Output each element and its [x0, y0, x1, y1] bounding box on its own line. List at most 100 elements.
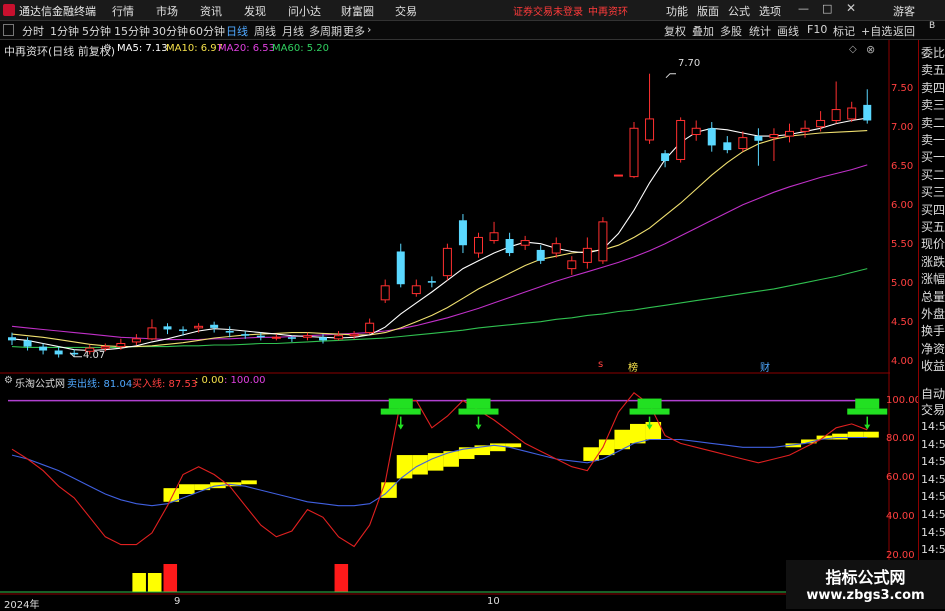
diamond-icon[interactable]: ◇: [849, 44, 857, 55]
close-pane-icon[interactable]: ⊗: [866, 43, 875, 56]
candle-body: [769, 134, 779, 139]
indicator-tick: 40.00: [886, 511, 915, 523]
menu-hangqing[interactable]: 行情: [112, 3, 134, 19]
ma60-label: MA60: 5.20: [272, 43, 330, 54]
period-30min[interactable]: 30分钟: [152, 23, 188, 39]
price-tick: 6.50: [891, 161, 914, 173]
candle-body: [754, 136, 763, 141]
btn-fanhui[interactable]: 返回: [893, 23, 915, 39]
value2-label: : 100.00: [224, 375, 266, 386]
candle-body: [365, 322, 375, 334]
more-chevron-icon[interactable]: ›: [367, 23, 371, 36]
price-tick: 6.00: [891, 200, 914, 212]
quote-field: 现价: [921, 237, 945, 252]
candle-body: [271, 336, 281, 339]
indicator-title[interactable]: 乐淘公式网: [15, 375, 65, 390]
xaxis-label-oct: 10: [487, 596, 500, 607]
btn-fuquan[interactable]: 复权: [664, 23, 686, 39]
settings-icon[interactable]: ⚙: [103, 43, 112, 54]
quote-field: 总量: [921, 289, 945, 304]
menu-gongneng[interactable]: 功能: [666, 3, 688, 19]
candle-body: [738, 137, 748, 150]
ma5-label: MA5: 7.13: [117, 43, 168, 54]
login-notice[interactable]: 证券交易未登录: [513, 3, 583, 18]
candle-body: [8, 337, 16, 341]
btn-diejia[interactable]: 叠加: [692, 23, 714, 39]
period-more[interactable]: 更多: [343, 23, 365, 39]
candle-body: [520, 240, 530, 246]
candle-body: [723, 142, 732, 151]
sell-flag-top: [388, 398, 413, 409]
tick-time: 14:56: [921, 543, 945, 557]
tick-time: 14:56: [921, 508, 945, 521]
period-5min[interactable]: 5分钟: [82, 23, 111, 39]
menu-banmian[interactable]: 版面: [697, 3, 719, 19]
period-weekly[interactable]: 周线: [254, 23, 276, 39]
period-fenshi[interactable]: 分时: [22, 23, 44, 39]
price-tick: 4.50: [891, 317, 914, 329]
maximize-icon[interactable]: □: [822, 2, 832, 15]
candle-body: [442, 247, 452, 277]
period-15min[interactable]: 15分钟: [114, 23, 150, 39]
period-monthly[interactable]: 月线: [282, 23, 304, 39]
menu-caifuquan[interactable]: 财富圈: [341, 3, 374, 19]
sell-flag-top: [466, 398, 491, 409]
btn-huaxian[interactable]: 画线: [777, 23, 799, 39]
candle-body: [427, 281, 436, 283]
quote-field: 卖三: [921, 98, 945, 113]
sell-flag-base: [458, 408, 499, 415]
tick-time: 14:56: [921, 525, 945, 539]
menu-xuanxiang[interactable]: 选项: [759, 3, 781, 19]
candle-body: [23, 340, 32, 347]
guest-label[interactable]: 游客: [893, 3, 915, 19]
menu-shichang[interactable]: 市场: [156, 3, 178, 19]
btn-zixuan[interactable]: +自选: [861, 23, 892, 39]
btn-f10[interactable]: F10: [807, 23, 827, 36]
period-1min[interactable]: 1分钟: [50, 23, 79, 39]
signal-bar: [583, 447, 599, 461]
event-marker-s[interactable]: s: [598, 359, 603, 370]
minimize-icon[interactable]: —: [798, 2, 809, 15]
menu-faxian[interactable]: 发现: [244, 3, 266, 19]
volume-signal-bar: [334, 564, 349, 592]
menu-jiaoyi[interactable]: 交易: [395, 3, 417, 19]
volume-signal-bar: [163, 564, 178, 592]
auto-label[interactable]: 自动: [921, 385, 945, 402]
stock-link[interactable]: 中再资环: [588, 3, 628, 18]
menu-gongshi[interactable]: 公式: [728, 3, 750, 19]
trade-label[interactable]: 交易: [921, 401, 945, 418]
event-marker-bang[interactable]: 榜: [628, 359, 638, 374]
tick-time: 14:56: [921, 455, 945, 469]
b-icon[interactable]: B: [929, 21, 935, 31]
candle-body: [287, 337, 296, 339]
ma20-label: MA20: 6.53: [218, 43, 276, 54]
candle-body: [163, 326, 172, 330]
chart-area[interactable]: [0, 40, 890, 609]
tick-time: 14:56: [921, 472, 945, 486]
candle-body: [536, 249, 545, 261]
signal-bar: [847, 431, 864, 438]
period-multi[interactable]: 多周期: [309, 23, 342, 39]
close-icon[interactable]: ✕: [846, 1, 856, 15]
event-marker-cai[interactable]: 财: [760, 359, 770, 374]
candle-body: [800, 127, 810, 132]
candle-body: [551, 243, 561, 254]
quote-field: 买四: [921, 202, 945, 217]
period-60min[interactable]: 60分钟: [189, 23, 225, 39]
quote-field: 卖五: [921, 63, 945, 78]
candle-body: [629, 127, 639, 178]
indicator-settings-icon[interactable]: ⚙: [4, 375, 13, 386]
collapse-icon[interactable]: [3, 24, 14, 36]
indicator-tick: 100.00: [886, 394, 921, 406]
price-tick: 5.00: [891, 278, 914, 290]
btn-biaoji[interactable]: 标记: [833, 23, 855, 39]
menu-zixun[interactable]: 资讯: [200, 3, 222, 19]
btn-tongji[interactable]: 统计: [749, 23, 771, 39]
btn-duogu[interactable]: 多股: [720, 23, 742, 39]
period-daily[interactable]: 日线: [226, 23, 248, 39]
price-tick: 7.50: [891, 83, 914, 95]
menu-wenxiaoda[interactable]: 问小达: [288, 3, 321, 19]
candle-body: [131, 338, 141, 343]
signal-bar: [179, 484, 195, 494]
low-price-label: 4.07: [83, 350, 106, 361]
